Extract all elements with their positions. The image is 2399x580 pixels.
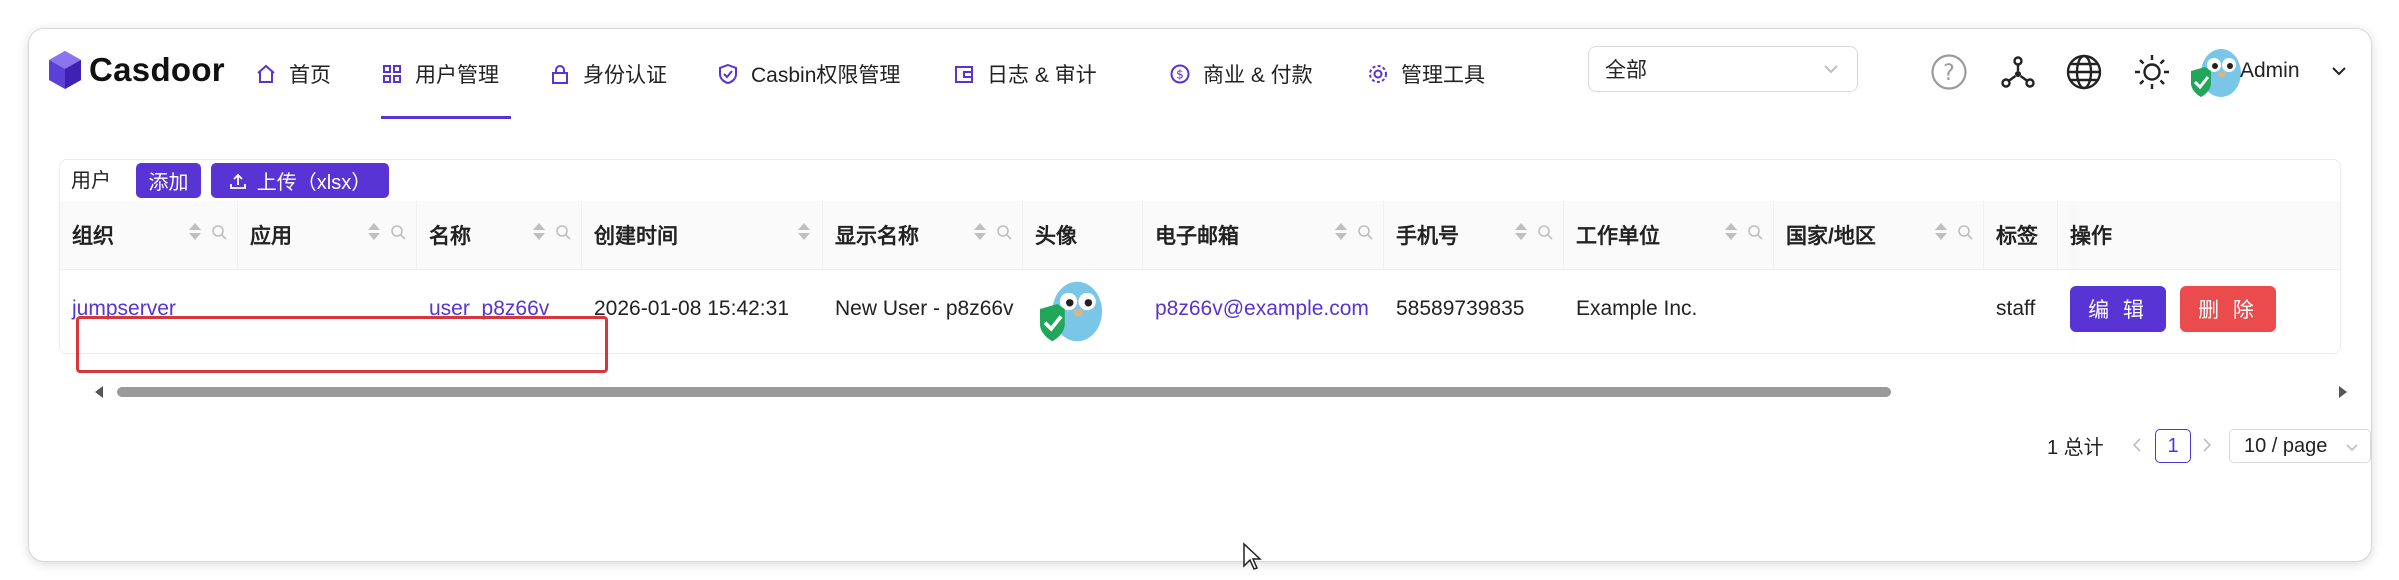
sort-icon[interactable]	[1935, 223, 1947, 240]
cell-avatar[interactable]	[1023, 270, 1143, 348]
wallet-icon	[955, 66, 973, 83]
cell-display-name: New User - p8z66v	[835, 297, 1014, 320]
sort-icon[interactable]	[974, 223, 986, 240]
casdoor-logo-icon	[49, 51, 81, 89]
sort-icon[interactable]	[1515, 223, 1527, 240]
grid-icon	[383, 65, 401, 83]
gopher-avatar-icon[interactable]	[1035, 271, 1107, 347]
page-size-select[interactable]: 10 / page	[2229, 429, 2371, 463]
search-icon[interactable]	[996, 224, 1012, 240]
network-icon	[2001, 56, 2035, 88]
top-navbar: Casdoor 首页 用户管理 身份认证 Casbin权限管理 日志 & 审计 …	[29, 29, 2371, 119]
column-header-region[interactable]: 国家/地区	[1774, 201, 1984, 269]
column-header-name[interactable]: 名称	[417, 201, 582, 269]
network-button[interactable]	[1997, 51, 2039, 93]
cell-created-time: 2026-01-08 15:42:31	[594, 297, 789, 320]
page-button-1[interactable]: 1	[2155, 429, 2191, 463]
chevron-down-icon	[1824, 65, 1838, 74]
search-icon[interactable]	[390, 224, 406, 240]
highlight-box	[76, 316, 608, 373]
scrollbar-thumb[interactable]	[117, 387, 1891, 397]
home-icon	[257, 64, 275, 83]
sort-icon[interactable]	[798, 223, 810, 240]
app-name: Casdoor	[89, 51, 225, 88]
search-icon[interactable]	[555, 224, 571, 240]
help-button[interactable]: ?	[1928, 51, 1970, 93]
sort-icon[interactable]	[1335, 223, 1347, 240]
column-header-affiliation[interactable]: 工作单位	[1564, 201, 1774, 269]
nav-item-home[interactable]: 首页	[255, 29, 331, 119]
mouse-cursor-icon	[1243, 542, 1262, 570]
gopher-avatar-icon	[2191, 49, 2241, 97]
language-button[interactable]	[2063, 51, 2105, 93]
delete-button[interactable]: 删 除	[2180, 286, 2276, 332]
sun-icon	[2135, 55, 2169, 89]
svg-text:$: $	[1176, 68, 1184, 82]
avatar[interactable]	[2187, 41, 2245, 106]
search-icon[interactable]	[1957, 224, 1973, 240]
sort-icon[interactable]	[1725, 223, 1737, 240]
upload-xlsx-button[interactable]: 上传（xlsx）	[211, 163, 389, 198]
cell-email[interactable]: p8z66v@example.com	[1143, 270, 1384, 348]
chevron-down-icon	[2346, 444, 2358, 452]
app-window: Casdoor 首页 用户管理 身份认证 Casbin权限管理 日志 & 审计 …	[28, 28, 2372, 562]
column-header-avatar: 头像	[1023, 201, 1143, 269]
upload-icon	[229, 173, 246, 189]
search-icon[interactable]	[1357, 224, 1373, 240]
search-icon[interactable]	[1747, 224, 1763, 240]
column-header-organization[interactable]: 组织	[60, 201, 238, 269]
cell-actions: 编 辑 删 除	[2058, 270, 2340, 348]
organization-select[interactable]: 全部	[1588, 46, 1858, 92]
column-header-tag[interactable]: 标签	[1984, 201, 2058, 269]
sort-icon[interactable]	[533, 223, 545, 240]
scroll-left-arrow-icon[interactable]	[95, 386, 103, 398]
question-circle-icon: ?	[1931, 54, 1967, 90]
horizontal-scrollbar[interactable]	[91, 385, 2351, 399]
scroll-right-arrow-icon[interactable]	[2339, 386, 2347, 398]
cell-tag: staff	[1996, 297, 2036, 320]
table-header: 组织 应用 名称 创建时间 显示名称 头像 电子邮箱 手机号 工作单位 国家/地…	[60, 201, 2340, 270]
lock-icon	[552, 65, 568, 84]
column-header-created-time[interactable]: 创建时间	[582, 201, 823, 269]
gear-icon	[1369, 65, 1387, 83]
nav-item-business[interactable]: $ 商业 & 付款	[1169, 29, 1313, 119]
globe-icon	[2066, 54, 2102, 90]
nav-item-admin-tools[interactable]: 管理工具	[1367, 29, 1485, 119]
column-header-email[interactable]: 电子邮箱	[1143, 201, 1384, 269]
table-title: 用户	[71, 170, 111, 192]
logo[interactable]: Casdoor	[47, 45, 225, 95]
pagination-total: 1 总计	[2047, 436, 2104, 459]
cell-affiliation: Example Inc.	[1576, 297, 1698, 320]
column-header-actions: 操作	[2070, 225, 2112, 248]
chevron-down-icon[interactable]	[2329, 61, 2349, 81]
column-header-phone[interactable]: 手机号	[1384, 201, 1564, 269]
sort-icon[interactable]	[189, 223, 201, 240]
svg-text:?: ?	[1943, 61, 1955, 86]
cell-region	[1774, 270, 1984, 348]
sort-icon[interactable]	[368, 223, 380, 240]
column-header-display-name[interactable]: 显示名称	[823, 201, 1023, 269]
theme-toggle-button[interactable]	[2131, 51, 2173, 93]
dollar-circle-icon: $	[1170, 64, 1190, 84]
user-name[interactable]: Admin	[2240, 59, 2300, 83]
chevron-right-icon[interactable]	[2199, 437, 2215, 453]
cell-phone: 58589739835	[1396, 297, 1525, 320]
organization-select-value: 全部	[1605, 59, 1647, 82]
nav-item-casbin[interactable]: Casbin权限管理	[717, 29, 900, 119]
shield-check-icon	[719, 63, 737, 85]
search-icon[interactable]	[1537, 224, 1553, 240]
column-header-application[interactable]: 应用	[238, 201, 417, 269]
edit-button[interactable]: 编 辑	[2070, 286, 2166, 332]
nav-item-user-management[interactable]: 用户管理	[381, 29, 511, 119]
search-icon[interactable]	[211, 224, 227, 240]
nav-item-authentication[interactable]: 身份认证	[549, 29, 667, 119]
chevron-left-icon[interactable]	[2129, 437, 2145, 453]
add-user-button[interactable]: 添加	[136, 163, 201, 198]
nav-item-logs[interactable]: 日志 & 审计	[953, 29, 1097, 119]
